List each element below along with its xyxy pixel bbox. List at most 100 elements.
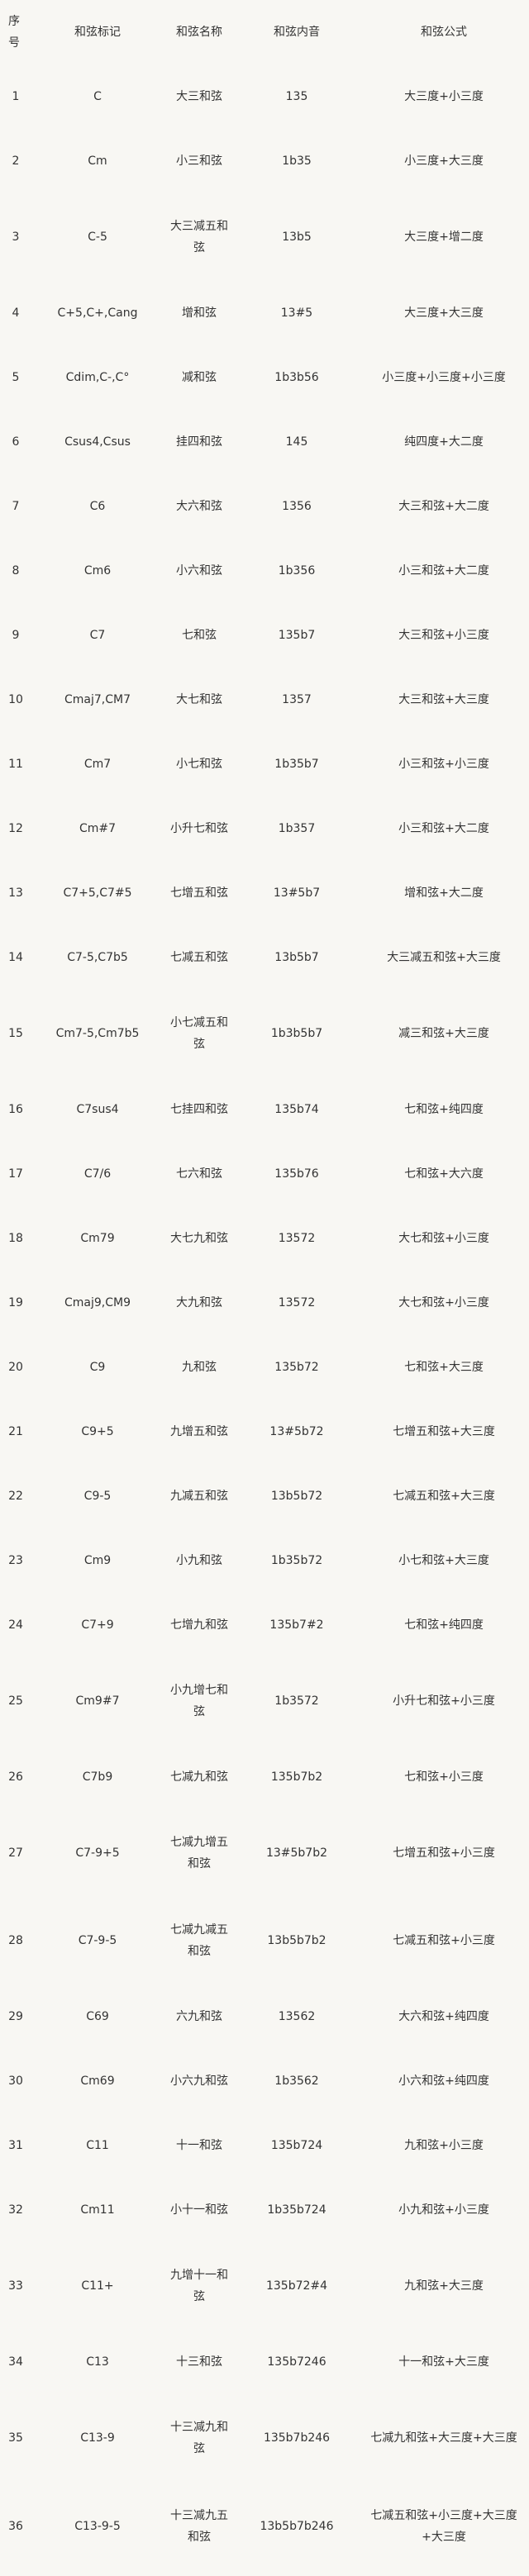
chord-formula: 七和弦+纯四度 [404,1618,484,1632]
chord-formula: 小三和弦+大二度 [398,564,489,577]
chord-formula: 大三度+增二度 [404,231,484,244]
chord-mark: C7sus4 [76,1103,119,1116]
chord-name: 大七和弦 [176,693,222,706]
table-row: 4 C+5,C+,Cang 增和弦 13#5 大三度+大三度 [0,281,529,345]
chord-name: 挂四和弦 [176,435,222,449]
chord-formula: 增和弦+大二度 [404,886,484,900]
chord-number: 35 [8,2431,23,2445]
chord-number: 1 [12,90,20,103]
chord-formula: 七减九和弦+大三度+大三度 [370,2431,517,2445]
chord-name: 小七减五和弦 [170,1016,228,1051]
table-row: 23 Cm9 小九和弦 1b35b72 小七和弦+大三度 [0,1528,529,1593]
chord-tones: 13b5b7b246 [260,2520,334,2533]
chord-tones: 135b76 [274,1167,319,1181]
chord-mark: Cm9#7 [75,1694,120,1708]
table-row: 34 C13 十三和弦 135b7246 十一和弦+大三度 [0,2330,529,2394]
chord-mark: Cmaj9,CM9 [64,1296,131,1309]
chord-mark: Cmaj7,CM7 [64,693,131,706]
chord-formula: 纯四度+大二度 [404,435,484,449]
chord-formula: 大六和弦+纯四度 [398,2010,489,2023]
chord-tones: 13b5 [282,231,312,244]
chord-number: 21 [8,1425,23,1438]
table-row: 31 C11 十一和弦 135b724 九和弦+小三度 [0,2113,529,2178]
chord-formula: 大三度+大三度 [404,307,484,320]
chord-mark: C7 [89,629,106,642]
chord-formula: 大三减五和弦+大三度 [387,951,501,964]
chord-tones: 13572 [278,1232,316,1245]
chord-table-header: 序号 和弦标记 和弦名称 和弦内音 和弦公式 [0,0,529,64]
chord-mark: Cm#7 [79,822,117,835]
chord-tones: 13b5b72 [270,1490,323,1503]
chord-name: 九和弦 [182,1361,217,1374]
chord-number: 13 [8,886,23,900]
chord-mark: Cm69 [80,2075,115,2088]
chord-formula: 七和弦+小三度 [404,1770,484,1784]
table-row: 18 Cm79 大七九和弦 13572 大七和弦+小三度 [0,1206,529,1271]
chord-formula: 小七和弦+大三度 [398,1554,489,1567]
header-chord-name: 和弦名称 [176,26,222,39]
chord-name: 九增十一和弦 [170,2269,228,2303]
chord-number: 7 [12,500,20,513]
chord-mark: Csus4,Csus [64,435,131,449]
table-row: 25 Cm9#7 小九增七和弦 1b3572 小升七和弦+小三度 [0,1657,529,1745]
chord-number: 17 [8,1167,23,1181]
chord-tones: 13#5 [280,307,313,320]
table-row: 33 C11+ 九增十一和弦 135b72#4 九和弦+大三度 [0,2242,529,2330]
chord-mark: C7-5,C7b5 [67,951,128,964]
chord-number: 20 [8,1361,23,1374]
table-row: 26 C7b9 七减九和弦 135b7b2 七和弦+小三度 [0,1745,529,1809]
table-row: 22 C9-5 九减五和弦 13b5b72 七减五和弦+大三度 [0,1464,529,1528]
chord-name: 十三减九五和弦 [170,2509,228,2544]
table-row: 15 Cm7-5,Cm7b5 小七减五和弦 1b3b5b7 减三和弦+大三度 [0,990,529,1077]
chord-name: 小六和弦 [176,564,222,577]
chord-formula: 七减五和弦+小三度 [393,1934,495,1947]
chord-mark: C7b9 [82,1770,113,1784]
chord-name: 小九增七和弦 [170,1684,228,1718]
chord-formula: 九和弦+大三度 [404,2279,484,2293]
chord-name: 九增五和弦 [170,1425,228,1438]
chord-number: 3 [12,231,20,244]
chord-name: 大九和弦 [176,1296,222,1309]
chord-name: 小十一和弦 [170,2203,228,2217]
chord-formula: 大三和弦+大三度 [398,693,489,706]
chord-tones: 135b72 [274,1361,319,1374]
chord-mark: Cm11 [80,2203,115,2217]
chord-table: 序号 和弦标记 和弦名称 和弦内音 和弦公式 1 C 大三和弦 135 大三度+小三度 2… [0,0,529,2571]
chord-mark: Cm9 [83,1554,112,1567]
table-row: 1 C 大三和弦 135 大三度+小三度 [0,64,529,129]
chord-formula: 大三和弦+小三度 [398,629,489,642]
table-row: 11 Cm7 小七和弦 1b35b7 小三和弦+小三度 [0,732,529,796]
chord-number: 9 [12,629,20,642]
chord-mark: Cm79 [80,1232,115,1245]
chord-mark: C11 [86,2139,109,2152]
chord-number: 12 [8,822,23,835]
table-row: 12 Cm#7 小升七和弦 1b357 小三和弦+大二度 [0,796,529,861]
table-row: 20 C9 九和弦 135b72 七和弦+大三度 [0,1335,529,1400]
chord-tones: 1b3572 [274,1694,319,1708]
chord-tones: 13b5b7 [274,951,319,964]
chord-number: 28 [8,1934,23,1947]
chord-name: 七减五和弦 [170,951,228,964]
chord-number: 36 [8,2520,23,2533]
table-row: 3 C-5 大三减五和弦 13b5 大三度+增二度 [0,193,529,281]
chord-formula: 七和弦+大六度 [404,1167,484,1181]
chord-tones: 1b3b56 [274,371,319,384]
chord-name: 小七和弦 [176,758,222,771]
chord-number: 31 [8,2139,23,2152]
chord-mark: Cm6 [83,564,112,577]
table-row: 2 Cm 小三和弦 1b35 小三度+大三度 [0,129,529,193]
chord-name: 大三减五和弦 [170,220,228,254]
header-number: 序号 [8,15,20,50]
table-row: 17 C7/6 七六和弦 135b76 七和弦+大六度 [0,1142,529,1206]
chord-mark: Cm [88,154,107,168]
chord-formula: 大七和弦+小三度 [398,1296,489,1309]
chord-mark: C7+5,C7#5 [63,886,132,900]
chord-formula: 小九和弦+小三度 [398,2203,489,2217]
chord-formula: 七减五和弦+大三度 [393,1490,495,1503]
chord-mark: C13 [86,2355,109,2369]
table-row: 19 Cmaj9,CM9 大九和弦 13572 大七和弦+小三度 [0,1271,529,1335]
chord-name: 七六和弦 [176,1167,222,1181]
chord-formula: 七增五和弦+大三度 [393,1425,495,1438]
chord-number: 30 [8,2075,23,2088]
chord-number: 14 [8,951,23,964]
